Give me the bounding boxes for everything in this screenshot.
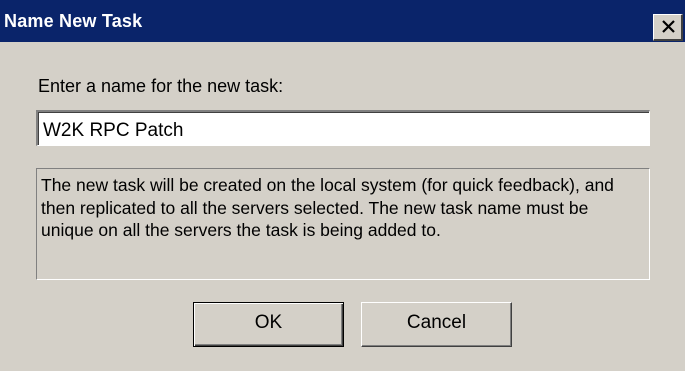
info-text-box: The new task will be created on the loca… [36, 168, 650, 280]
dialog-title: Name New Task [4, 11, 143, 31]
task-name-label: Enter a name for the new task: [38, 76, 284, 96]
cancel-button[interactable]: Cancel [361, 302, 512, 347]
name-new-task-dialog: Name New Task Enter a name for the new t… [0, 0, 685, 371]
ok-button[interactable]: OK [193, 302, 344, 347]
task-name-input[interactable] [36, 110, 650, 146]
title-bar[interactable]: Name New Task [0, 0, 685, 42]
close-button[interactable] [653, 14, 683, 41]
close-x-icon [662, 20, 675, 33]
